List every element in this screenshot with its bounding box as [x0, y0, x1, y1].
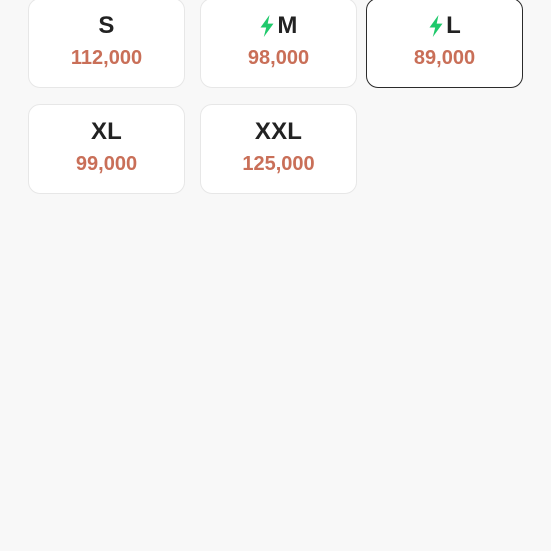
size-price: 89,000 [413, 47, 476, 69]
size-option-s[interactable]: S 112,000 [28, 0, 185, 88]
size-option-grid: S 112,000 M 98,000 L 89,000 XL 99,000 XX… [0, 0, 551, 551]
size-option-xl[interactable]: XL 99,000 [28, 104, 185, 194]
size-label: L [446, 12, 461, 39]
size-price: 98,000 [247, 47, 310, 69]
lightning-bolt-icon [429, 15, 443, 37]
size-label-row: S [98, 11, 114, 41]
size-label-row: M [259, 11, 297, 41]
size-label-row: L [428, 11, 461, 41]
size-price: 125,000 [242, 153, 315, 175]
size-price: 99,000 [75, 153, 138, 175]
size-option-m[interactable]: M 98,000 [200, 0, 357, 88]
size-label: S [98, 12, 115, 39]
size-label: XL [90, 118, 123, 145]
lightning-bolt-icon [260, 15, 274, 37]
size-option-l[interactable]: L 89,000 [366, 0, 523, 88]
size-label: XXL [254, 118, 303, 145]
size-label: M [277, 12, 298, 39]
size-price: 112,000 [70, 47, 143, 69]
size-label-row: XL [91, 117, 122, 147]
size-label-row: XXL [255, 117, 302, 147]
size-option-xxl[interactable]: XXL 125,000 [200, 104, 357, 194]
